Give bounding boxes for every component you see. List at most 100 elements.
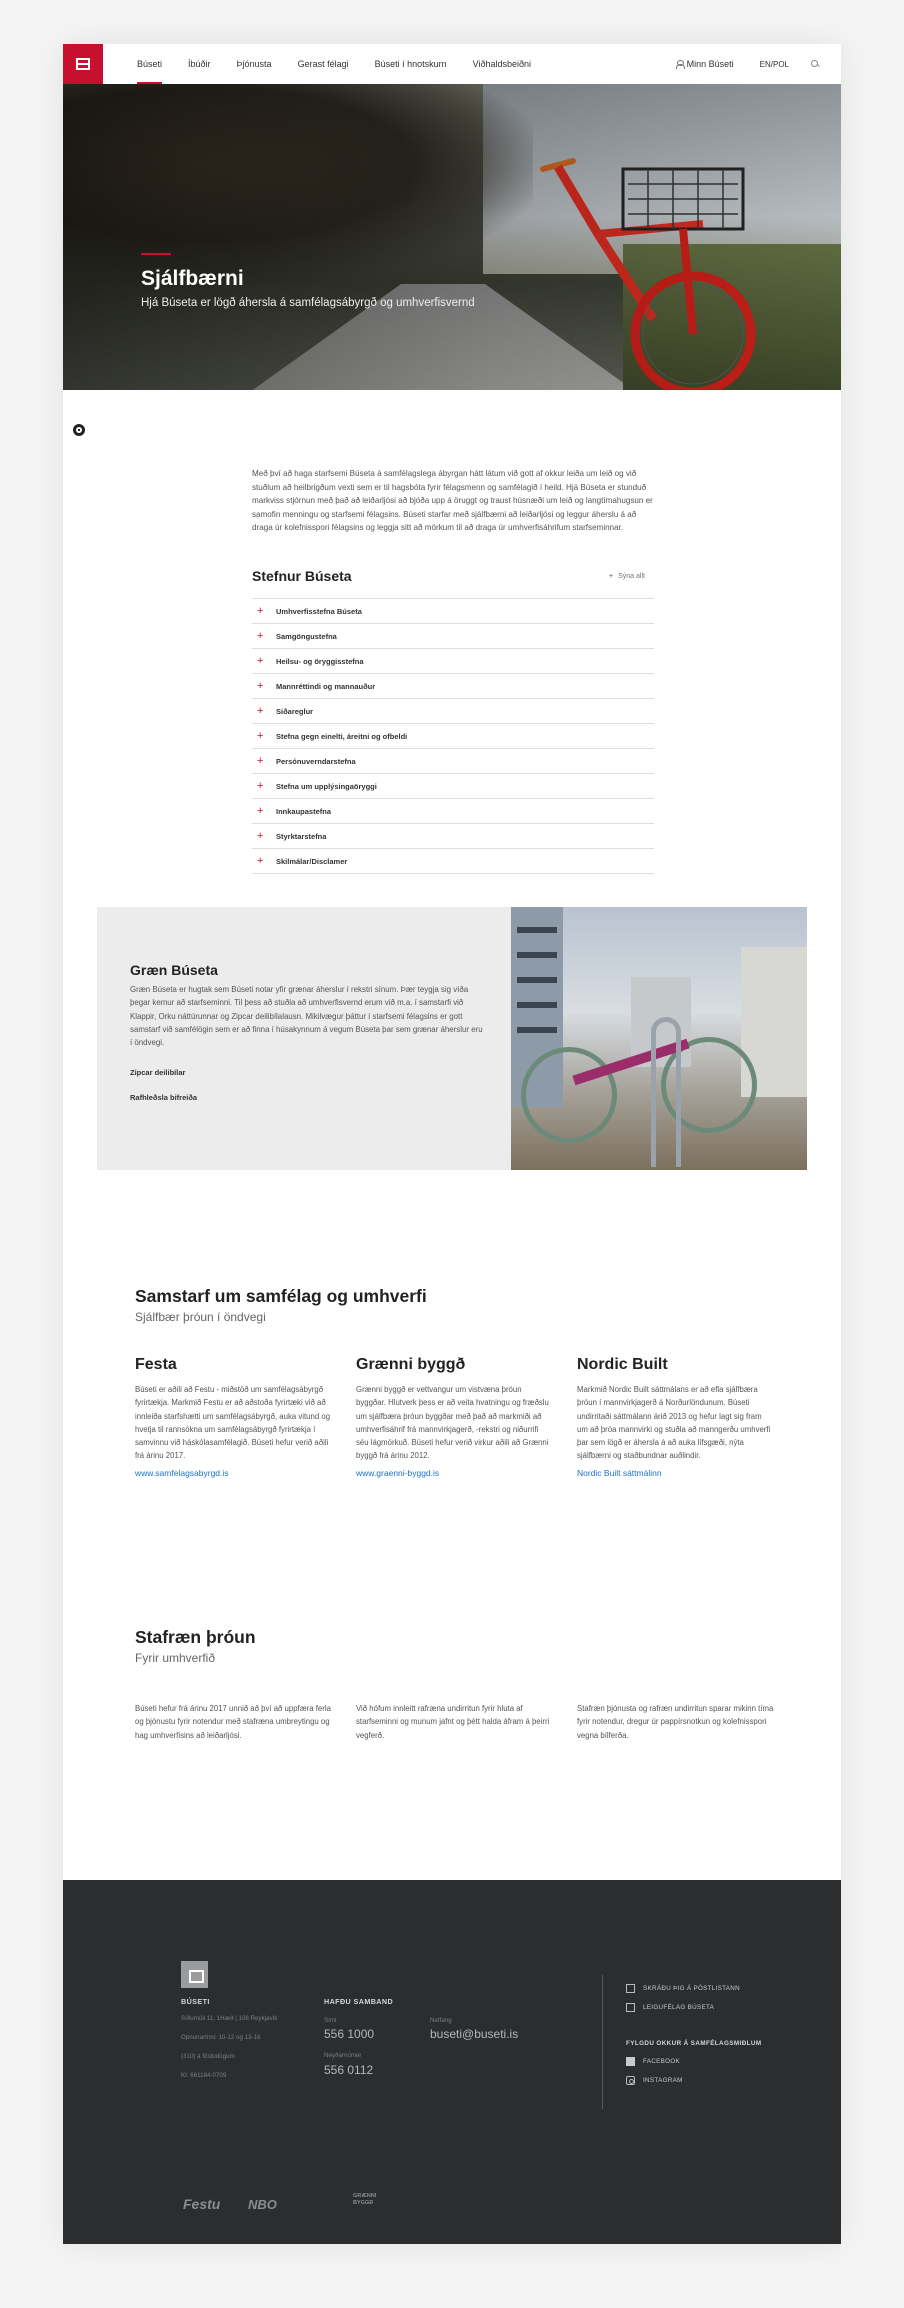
emergency-label: Neyðarnúmer bbox=[324, 2052, 362, 2059]
newsletter-link[interactable]: SKRÁÐU ÞIG Á PÓSTLISTANN bbox=[626, 1984, 740, 1993]
policies-accordion: + Umhverfisstefna Búseta + Samgöngustefna … bbox=[252, 598, 654, 874]
facebook-link[interactable]: FACEBOOK bbox=[626, 2057, 680, 2066]
plus-icon: + bbox=[257, 655, 264, 667]
accordion-item[interactable]: + Heilsu- og öryggisstefna bbox=[252, 649, 654, 674]
nav-item-thjonusta[interactable]: Þjónusta bbox=[237, 44, 272, 84]
bicycle-photo bbox=[511, 907, 807, 1170]
page: Búseti Íbúðir Þjónusta Gerast félagi Bús… bbox=[63, 44, 841, 2244]
accordion-item[interactable]: + Samgöngustefna bbox=[252, 624, 654, 649]
accordion-item-label: Samgöngustefna bbox=[276, 631, 337, 641]
footer-hours-friday: (310) á föstudögum bbox=[181, 2053, 235, 2060]
newsletter-label: SKRÁÐU ÞIG Á PÓSTLISTANN bbox=[643, 1985, 741, 1992]
phone-label: Sími bbox=[324, 2017, 337, 2024]
building-icon bbox=[626, 2003, 635, 2012]
accordion-item[interactable]: + Persónuverndarstefna bbox=[252, 749, 654, 774]
stafraen-text: Stafræn þjónusta og rafræn undirritun sp… bbox=[577, 1704, 774, 1740]
page-subtitle: Hjá Búseta er lögð áhersla á samfélagsáb… bbox=[141, 297, 475, 309]
site-footer: BÚSETI Síðumúli 11, 1Hæð | 108 Reykjavík… bbox=[63, 1880, 841, 2244]
partner-text: Markmið Nordic Built sáttmálans er að ef… bbox=[577, 1385, 771, 1461]
partner-title: Grænni byggð bbox=[356, 1356, 466, 1373]
partner-text: Grænni byggð er vettvangur um vistvæna þ… bbox=[356, 1385, 549, 1461]
language-switch[interactable]: EN/POL bbox=[760, 60, 789, 69]
plus-icon: + bbox=[257, 730, 264, 742]
phone-number[interactable]: 556 1000 bbox=[324, 2027, 374, 2041]
rental-link[interactable]: LEIGUFÉLAG BÚSETA bbox=[626, 2003, 714, 2012]
accordion-item-label: Stefna gegn einelti, áreitni og ofbeldi bbox=[276, 731, 408, 741]
accordion-item[interactable]: + Mannréttindi og mannauður bbox=[252, 674, 654, 699]
accordion-item[interactable]: + Innkaupastefna bbox=[252, 799, 654, 824]
nav-item-hnotskurn[interactable]: Búseti í hnotskurn bbox=[375, 44, 447, 84]
samstarf-subtitle: Sjálfbær þróun í öndvegi bbox=[135, 1310, 266, 1324]
zipcar-link[interactable]: Zipcar deilibílar bbox=[130, 1068, 185, 1077]
plus-icon: + bbox=[257, 605, 264, 617]
social-heading: FYLGDU OKKUR Á SAMFÉLAGSMIÐLUM bbox=[626, 2040, 762, 2047]
plus-icon: + bbox=[257, 680, 264, 692]
buseti-logo[interactable] bbox=[63, 44, 103, 84]
accordion-item-label: Innkaupastefna bbox=[276, 806, 332, 816]
mail-icon bbox=[626, 1984, 635, 1993]
charging-link[interactable]: Rafhleðsla bifreiða bbox=[130, 1093, 197, 1102]
minn-buseti-link[interactable]: Minn Búseti bbox=[687, 59, 734, 69]
accordion-item-label: Skilmálar/Disclamer bbox=[276, 856, 348, 866]
instagram-label: INSTAGRAM bbox=[643, 2077, 683, 2084]
show-all-button[interactable]: Sýna allt bbox=[609, 573, 645, 580]
rental-label: LEIGUFÉLAG BÚSETA bbox=[643, 2004, 715, 2011]
nav-item-gerast-felagi[interactable]: Gerast félagi bbox=[298, 44, 349, 84]
plus-icon: + bbox=[257, 705, 264, 717]
accordion-item[interactable]: + Skilmálar/Disclamer bbox=[252, 849, 654, 874]
footer-divider bbox=[602, 1975, 603, 2109]
partner-column: Grænni byggð Grænni byggð er vettvangur … bbox=[356, 1356, 552, 1478]
partner-column: Nordic Built Markmið Nordic Built sáttmá… bbox=[577, 1356, 773, 1478]
partner-link[interactable]: Nordic Built sáttmálinn bbox=[577, 1468, 773, 1478]
nav-item-buseti[interactable]: Búseti bbox=[137, 44, 163, 84]
contact-heading: HAFÐU SAMBAND bbox=[324, 1997, 394, 2006]
policies-title: Stefnur Búseta bbox=[252, 568, 352, 584]
header-utilities: Minn Búseti EN/POL bbox=[675, 44, 819, 84]
accordion-item[interactable]: + Stefna gegn einelti, áreitni og ofbeldi bbox=[252, 724, 654, 749]
footer-kt: Kt: 661184-0709 bbox=[181, 2072, 227, 2079]
email-link[interactable]: buseti@buseti.is bbox=[430, 2027, 518, 2041]
footer-logo bbox=[181, 1961, 208, 1988]
page-title: Sjálfbærni bbox=[141, 267, 244, 290]
partner-column: Festa Búseti er aðili að Festu - miðstöð… bbox=[135, 1356, 331, 1478]
facebook-label: FACEBOOK bbox=[643, 2058, 681, 2065]
partner-title: Nordic Built bbox=[577, 1356, 668, 1373]
festa-logo: Festu bbox=[183, 2196, 221, 2212]
hero-accent-line bbox=[141, 253, 171, 255]
plus-icon: + bbox=[257, 805, 264, 817]
partner-title: Festa bbox=[135, 1356, 177, 1373]
accordion-item[interactable]: + Siðareglur bbox=[252, 699, 654, 724]
nbo-logo: NBO bbox=[248, 2197, 277, 2212]
nav-item-ibudir[interactable]: Íbúðir bbox=[188, 44, 211, 84]
emergency-number[interactable]: 556 0112 bbox=[324, 2063, 373, 2077]
hero-overlay bbox=[63, 84, 841, 390]
main-nav: Búseti Íbúðir Þjónusta Gerast félagi Bús… bbox=[137, 44, 557, 84]
plus-icon: + bbox=[257, 755, 264, 767]
intro-text: Með því að haga starfsemi Búseta á samfé… bbox=[252, 469, 653, 533]
instagram-icon bbox=[626, 2076, 635, 2085]
instagram-link[interactable]: INSTAGRAM bbox=[626, 2076, 683, 2085]
accordion-item[interactable]: + Styrktarstefna bbox=[252, 824, 654, 849]
footer-hours: Opnunartími: 10-12 og 13-16 bbox=[181, 2034, 261, 2041]
plus-icon: + bbox=[257, 630, 264, 642]
stafraen-subtitle: Fyrir umhverfið bbox=[135, 1651, 216, 1665]
site-header: Búseti Íbúðir Þjónusta Gerast félagi Bús… bbox=[63, 44, 841, 84]
partner-link[interactable]: www.graenni-byggd.is bbox=[356, 1468, 552, 1478]
stafraen-text: Við höfum innleitt rafræna undirritun fy… bbox=[356, 1704, 550, 1740]
search-icon[interactable] bbox=[811, 60, 819, 68]
accordion-item-label: Heilsu- og öryggisstefna bbox=[276, 656, 364, 666]
partner-text: Búseti er aðili að Festu - miðstöð um sa… bbox=[135, 1385, 331, 1461]
bike-rack-shape bbox=[651, 1017, 681, 1167]
wheel-shape bbox=[521, 1047, 617, 1143]
accordion-item[interactable]: + Umhverfisstefna Búseta bbox=[252, 599, 654, 624]
accordion-item-label: Persónuverndarstefna bbox=[276, 756, 356, 766]
nav-item-vidhaldsbeidni[interactable]: Viðhaldsbeiðni bbox=[473, 44, 531, 84]
plus-icon: + bbox=[257, 830, 264, 842]
accessibility-icon[interactable] bbox=[73, 424, 85, 436]
accordion-item[interactable]: + Stefna um upplýsingaöryggi bbox=[252, 774, 654, 799]
footer-address: Síðumúli 11, 1Hæð | 108 Reykjavík bbox=[181, 2015, 278, 2022]
plus-icon: + bbox=[257, 855, 264, 867]
partner-link[interactable]: www.samfelagsabyrgd.is bbox=[135, 1468, 331, 1478]
hero-banner: Sjálfbærni Hjá Búseta er lögð áhersla á … bbox=[63, 84, 841, 390]
graenni-byggd-logo: GRÆNNI BYGGÐ bbox=[353, 2193, 377, 2206]
